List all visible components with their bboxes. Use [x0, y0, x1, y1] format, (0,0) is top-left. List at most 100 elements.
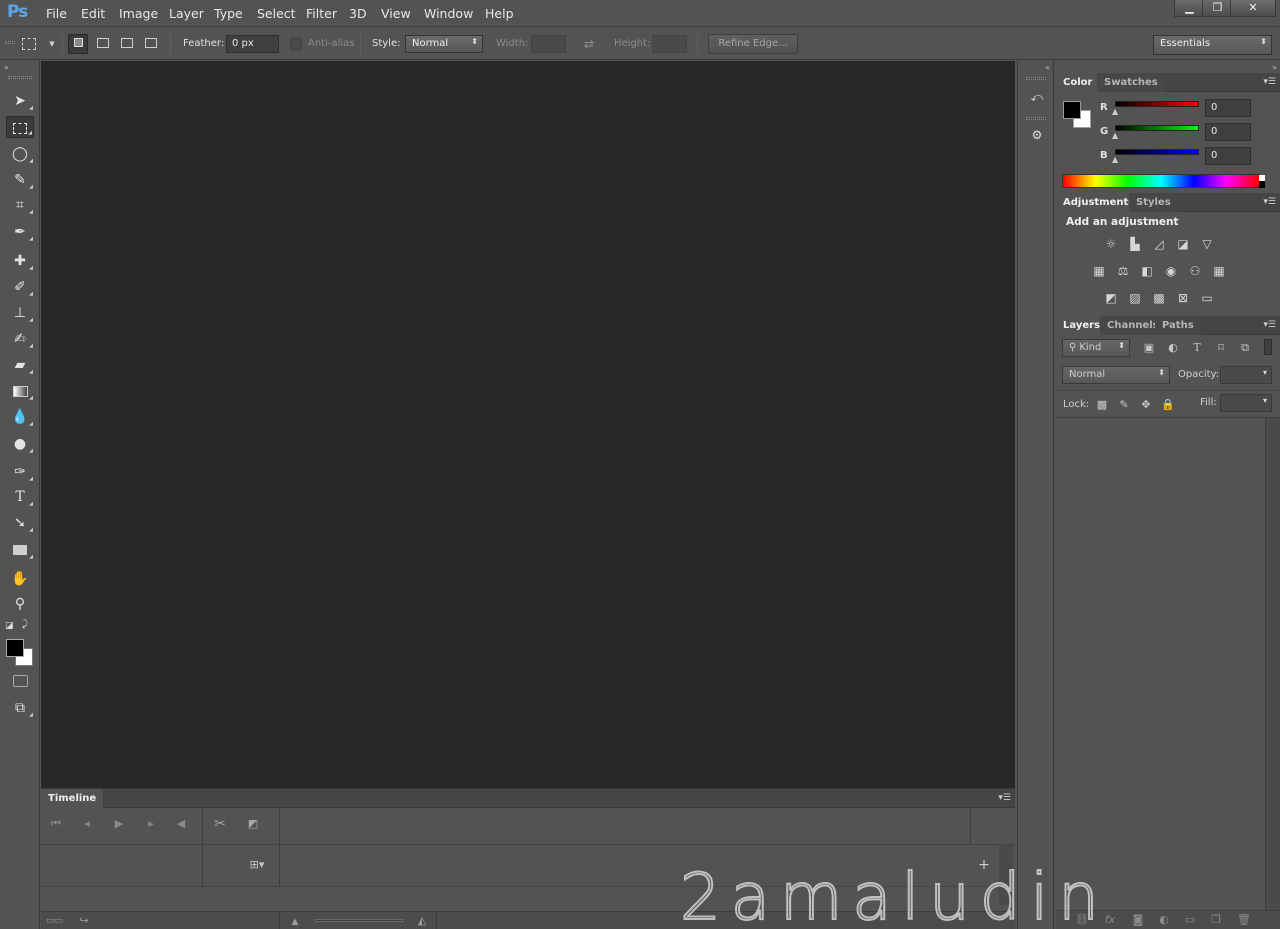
delete-layer-icon[interactable]: 🗑 [1236, 912, 1252, 928]
brush-tool-icon[interactable]: ✐ ◢ [6, 276, 34, 298]
foreground-color-swatch[interactable] [1063, 101, 1081, 119]
preset-dropdown-arrow-icon[interactable]: ▼ [44, 36, 60, 52]
posterize-icon[interactable]: ▨ [1126, 289, 1144, 307]
blur-tool-icon[interactable]: 💧 ◢ [6, 406, 34, 428]
quick-mask-mode-icon[interactable] [6, 670, 34, 692]
track-options-icon[interactable]: ⊞▾ [249, 857, 265, 873]
layers-scrollbar[interactable] [1265, 418, 1280, 910]
curves-icon[interactable]: ◿ [1150, 235, 1168, 253]
slider-thumb-icon[interactable]: ▲ [1112, 131, 1118, 140]
next-frame-icon[interactable]: ▸ [143, 816, 159, 832]
play-icon[interactable]: ▶ [111, 816, 127, 832]
marquee-preset-icon[interactable] [22, 38, 36, 50]
filter-toggle-switch[interactable] [1264, 339, 1272, 355]
slider-thumb-icon[interactable]: ▲ [1112, 107, 1118, 116]
brightness-contrast-icon[interactable]: ☼ [1102, 235, 1120, 253]
expand-dock-icon[interactable]: « [1045, 63, 1050, 72]
photo-filter-icon[interactable]: ◉ [1162, 262, 1180, 280]
split-at-playhead-icon[interactable]: ✂ [212, 816, 228, 832]
screen-mode-icon[interactable]: ⧉ ◢ [6, 697, 34, 719]
workspace-select[interactable]: Essentials ⬍ [1153, 35, 1272, 55]
transition-icon[interactable]: ◩ [245, 816, 261, 832]
menu-help[interactable]: Help [485, 6, 514, 21]
panel-menu-icon[interactable]: ▾☰ [1263, 197, 1276, 207]
swap-width-height-icon[interactable]: ⇄ [581, 36, 597, 52]
zoom-slider[interactable] [315, 919, 403, 922]
menu-3d[interactable]: 3D [349, 6, 367, 21]
color-spectrum-ramp[interactable] [1062, 174, 1265, 188]
width-input[interactable] [531, 35, 566, 53]
panel-menu-icon[interactable]: ▾☰ [998, 793, 1011, 803]
pixel-layer-filter-icon[interactable]: ▣ [1141, 340, 1157, 356]
vibrance-icon[interactable]: ▽ [1198, 235, 1216, 253]
menu-file[interactable]: File [46, 6, 67, 21]
menu-edit[interactable]: Edit [81, 6, 105, 21]
invert-icon[interactable]: ◩ [1102, 289, 1120, 307]
path-selection-tool-icon[interactable]: ➘ ◢ [6, 512, 34, 534]
zoom-tool-icon[interactable]: ⚲ [6, 593, 34, 615]
zoom-out-icon[interactable]: ▲ [287, 914, 303, 929]
style-select[interactable]: Normal ⬍ [405, 35, 483, 53]
blend-mode-select[interactable]: Normal ⬍ [1062, 366, 1170, 384]
spot-healing-brush-tool-icon[interactable]: ✚ ◢ [6, 250, 34, 272]
move-tool-icon[interactable]: ➤ ◢ [6, 90, 34, 112]
clone-stamp-tool-icon[interactable]: ⊥ ◢ [6, 302, 34, 324]
menu-view[interactable]: View [381, 6, 411, 21]
menu-window[interactable]: Window [424, 6, 473, 21]
smart-object-filter-icon[interactable]: ⧉ [1237, 340, 1253, 356]
close-button[interactable]: ✕ [1230, 0, 1276, 17]
eyedropper-tool-icon[interactable]: ✒ ◢ [6, 221, 34, 243]
gradient-tool-icon[interactable]: ◢ [6, 380, 34, 402]
restore-button[interactable]: ❐ [1202, 0, 1233, 17]
shape-layer-filter-icon[interactable]: ⌑ [1213, 340, 1229, 356]
new-layer-icon[interactable]: ❐ [1208, 912, 1224, 928]
lock-image-pixels-icon[interactable]: ✎ [1116, 397, 1132, 413]
black-white-icon[interactable]: ◧ [1138, 262, 1156, 280]
subtract-from-selection-icon[interactable] [119, 36, 135, 52]
black-swatch[interactable] [1259, 181, 1265, 188]
properties-panel-icon[interactable]: ⚙ [1026, 124, 1048, 146]
lock-all-icon[interactable]: 🔒 [1160, 397, 1176, 413]
tab-color[interactable]: Color [1056, 73, 1100, 92]
new-group-icon[interactable]: ▭ [1182, 912, 1198, 928]
render-video-icon[interactable]: ↪ [76, 913, 92, 929]
lock-position-icon[interactable]: ✥ [1138, 397, 1154, 413]
height-input[interactable] [652, 35, 687, 53]
dodge-tool-icon[interactable]: ● ◢ [6, 433, 34, 455]
green-slider[interactable] [1115, 125, 1199, 131]
threshold-icon[interactable]: ▩ [1150, 289, 1168, 307]
color-lookup-icon[interactable]: ▦ [1210, 262, 1228, 280]
hue-saturation-icon[interactable]: ▦ [1090, 262, 1108, 280]
intersect-selection-icon[interactable] [143, 36, 159, 52]
color-balance-icon[interactable]: ⚖ [1114, 262, 1132, 280]
antialias-checkbox[interactable] [290, 38, 302, 50]
type-layer-filter-icon[interactable]: T [1189, 340, 1205, 356]
collapse-panels-icon[interactable]: » [1272, 63, 1277, 72]
red-slider[interactable] [1115, 101, 1199, 107]
collapse-toolbar-icon[interactable]: » [4, 63, 9, 72]
previous-frame-icon[interactable]: ◂ [79, 816, 95, 832]
new-adjustment-layer-icon[interactable]: ◐ [1156, 912, 1172, 928]
menu-type[interactable]: Type [214, 6, 243, 21]
tab-styles[interactable]: Styles [1129, 193, 1178, 212]
tab-paths[interactable]: Paths [1155, 316, 1201, 335]
fill-input[interactable]: ▾ [1220, 394, 1272, 412]
exposure-icon[interactable]: ◪ [1174, 235, 1192, 253]
zoom-in-icon[interactable]: ◭ [414, 913, 430, 929]
tab-swatches[interactable]: Swatches [1097, 73, 1165, 92]
feather-input[interactable]: 0 px [226, 35, 279, 53]
menu-layer[interactable]: Layer [169, 6, 204, 21]
document-canvas-area[interactable] [41, 61, 1015, 788]
eraser-tool-icon[interactable]: ▰ ◢ [6, 354, 34, 376]
frame-animation-icon[interactable]: ▭▭ [46, 913, 63, 929]
menu-image[interactable]: Image [119, 6, 158, 21]
adjustment-layer-filter-icon[interactable]: ◐ [1165, 340, 1181, 356]
hand-tool-icon[interactable]: ✋ [6, 568, 34, 590]
rectangular-marquee-tool-icon[interactable]: ◢ [6, 116, 34, 138]
slider-thumb-icon[interactable]: ▲ [1112, 155, 1118, 164]
history-brush-tool-icon[interactable]: ✍ ◢ [6, 328, 34, 350]
swap-colors-icon[interactable]: ⤸ [22, 619, 28, 630]
rectangle-tool-icon[interactable]: ◢ [6, 539, 34, 561]
crop-tool-icon[interactable]: ⌗ ◢ [6, 194, 34, 216]
gradient-map-icon[interactable]: ▭ [1198, 289, 1216, 307]
